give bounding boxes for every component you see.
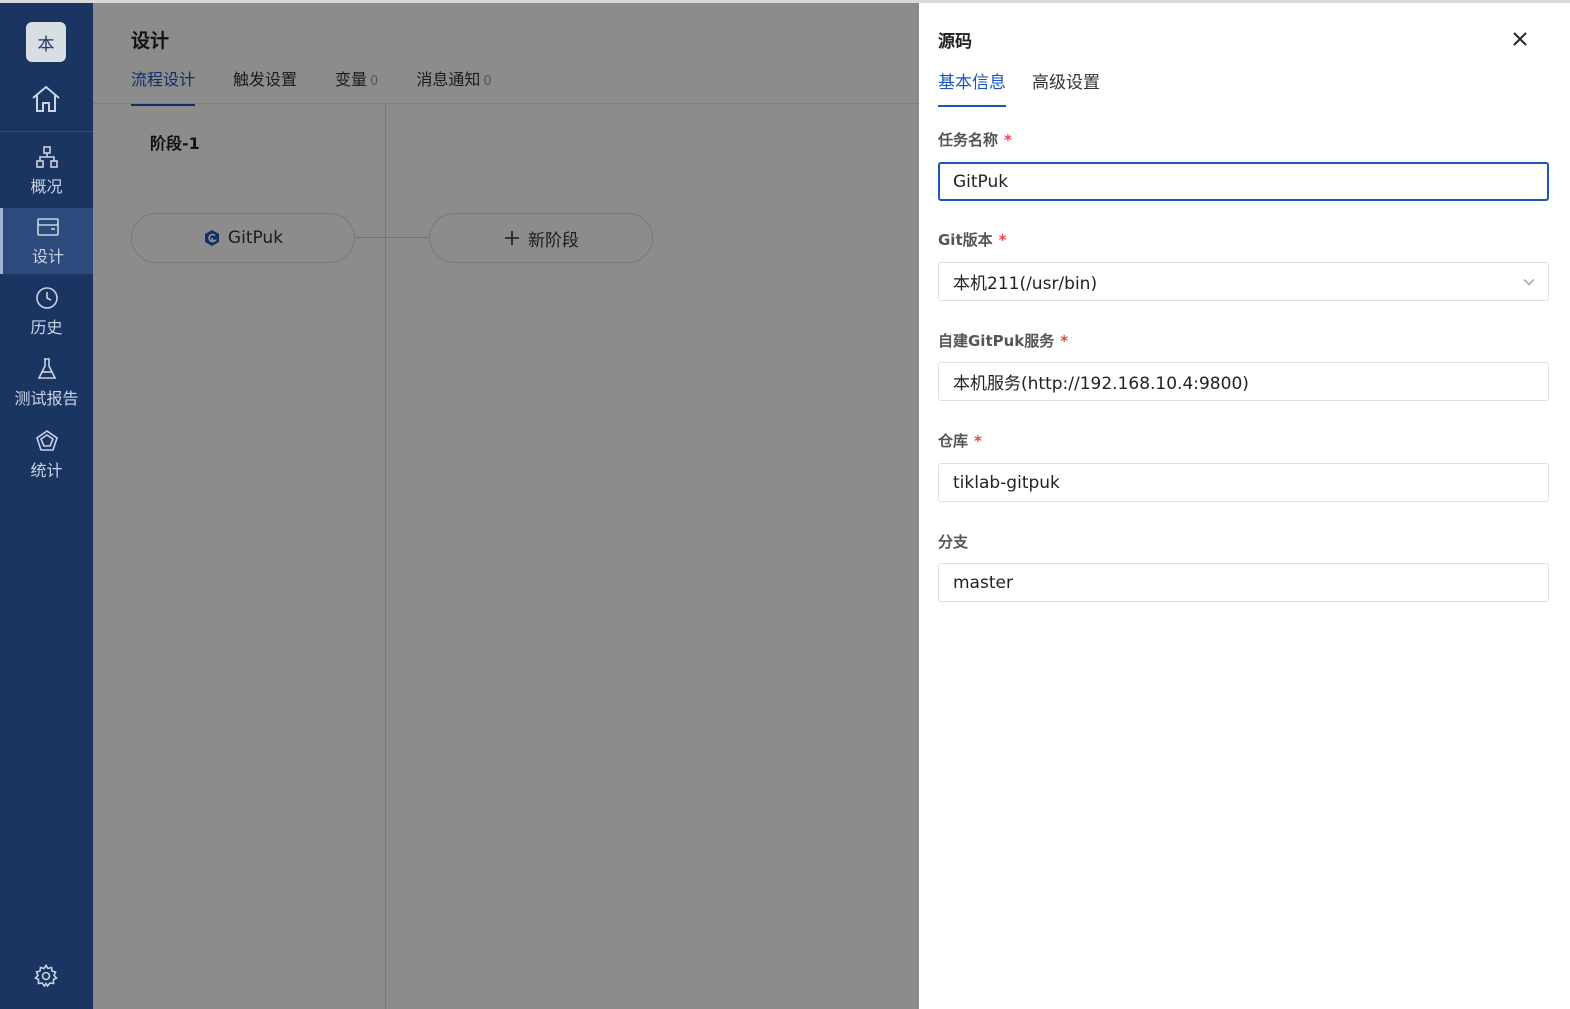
home-icon[interactable] xyxy=(29,82,63,116)
gear-icon[interactable] xyxy=(34,964,58,988)
design-icon xyxy=(37,218,59,236)
required-mark: * xyxy=(1060,332,1069,350)
project-avatar[interactable]: 本 xyxy=(26,22,66,62)
required-mark: * xyxy=(974,432,982,450)
chevron-down-icon xyxy=(1523,279,1535,286)
pentagon-chart-icon xyxy=(35,430,58,451)
tab-advanced-settings[interactable]: 高级设置 xyxy=(1032,68,1100,107)
sidebar: 本 概况 设计 历史 测试报告 统计 xyxy=(0,0,93,1009)
sidebar-item-label: 测试报告 xyxy=(14,389,79,408)
gitpuk-service-label: 自建GitPuk服务 * xyxy=(938,332,1069,350)
repository-label: 仓库 * xyxy=(938,432,982,450)
git-version-select[interactable]: 本机211(/usr/bin) xyxy=(938,262,1549,301)
sidebar-item-label: 设计 xyxy=(31,247,64,266)
sidebar-divider xyxy=(0,131,93,132)
clock-icon xyxy=(35,287,58,309)
modal-overlay[interactable] xyxy=(93,0,919,1009)
sidebar-item-label: 概况 xyxy=(30,177,63,196)
required-mark: * xyxy=(1004,131,1012,149)
git-version-value: 本机211(/usr/bin) xyxy=(953,274,1098,294)
sidebar-item-design[interactable]: 设计 xyxy=(0,208,93,274)
repository-select[interactable]: tiklab-gitpuk xyxy=(938,463,1549,502)
tab-basic-info[interactable]: 基本信息 xyxy=(938,68,1006,107)
main-content: 设计 流程设计 触发设置 变量 0 消息通知 0 阶段-1 GitPuk 新阶段 xyxy=(93,0,919,1009)
task-name-input[interactable]: GitPuk xyxy=(938,162,1549,201)
sidebar-item-statistics[interactable]: 统计 xyxy=(0,422,93,488)
task-name-label: 任务名称 * xyxy=(938,131,1012,149)
source-drawer: 源码 基本信息 高级设置 任务名称 * GitPuk Git版本 * 本机211(/… xyxy=(919,3,1570,1009)
sidebar-item-overview[interactable]: 概况 xyxy=(0,138,93,204)
close-icon[interactable] xyxy=(1509,28,1531,50)
sidebar-item-history[interactable]: 历史 xyxy=(0,279,93,345)
branch-input[interactable]: master xyxy=(938,563,1549,602)
git-version-label: Git版本 * xyxy=(938,231,1007,249)
sidebar-item-label: 统计 xyxy=(30,461,63,480)
flask-icon xyxy=(37,358,56,379)
branch-label: 分支 xyxy=(938,533,969,551)
drawer-tabs: 基本信息 高级设置 xyxy=(938,68,1126,107)
required-mark: * xyxy=(998,231,1007,249)
gitpuk-service-select[interactable]: 本机服务(http://192.168.10.4:9800) xyxy=(938,362,1549,401)
sitemap-icon xyxy=(35,146,58,168)
sidebar-item-label: 历史 xyxy=(30,318,63,337)
drawer-title: 源码 xyxy=(938,32,972,52)
sidebar-item-test-report[interactable]: 测试报告 xyxy=(0,350,93,416)
top-border xyxy=(0,0,1570,3)
